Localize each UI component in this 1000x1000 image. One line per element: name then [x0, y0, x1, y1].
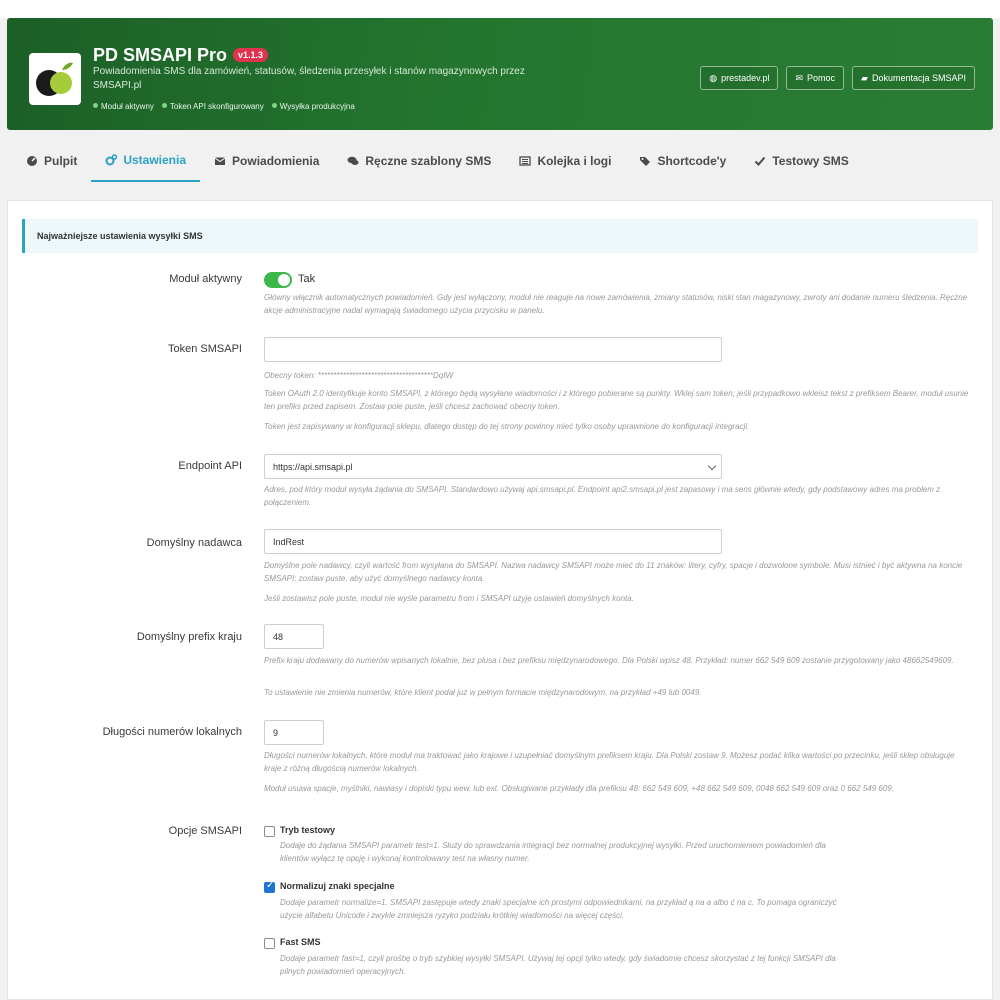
normalize-checkbox[interactable]: [264, 880, 275, 893]
module-logo: [29, 53, 81, 105]
status-list: Moduł aktywny Token API skonfigurowany W…: [93, 102, 355, 111]
tab-kolejka-logi[interactable]: Kolejka i logi: [505, 140, 625, 182]
token-label: Token SMSAPI: [168, 343, 242, 355]
sender-label: Domyślny nadawca: [146, 537, 242, 549]
tab-pulpit[interactable]: Pulpit: [12, 140, 91, 182]
normalize-label: Normalizuj znaki specjalne: [280, 881, 395, 891]
endpoint-select[interactable]: https://api.smsapi.pl: [264, 454, 722, 479]
module-active-toggle[interactable]: [264, 272, 292, 288]
local-lengths-input[interactable]: 9: [264, 720, 324, 745]
help-button[interactable]: ✉ Pomoc: [786, 66, 845, 90]
token-current: Obecny token: **************************…: [264, 371, 453, 380]
token-security-help: Token jest zapisywany w konfiguracji skl…: [264, 422, 750, 431]
version-badge: v1.1.3: [233, 48, 269, 62]
module-name: PD SMSAPI Pro: [93, 45, 228, 65]
header-buttons: ◍ prestadev.pl ✉ Pomoc ▰ Dokumentacja SMSAP…: [700, 66, 975, 90]
test-mode-label: Tryb testowy: [280, 825, 336, 835]
comments-icon: [347, 156, 359, 165]
local-lengths-examples: Moduł usuwa spacje, myślniki, nawiasy i …: [264, 784, 894, 793]
module-description: Powiadomienia SMS dla zamówień, statusów…: [93, 66, 525, 91]
sender-empty-help: Jeśli zostawisz pole puste, moduł nie wy…: [264, 594, 634, 603]
status-dot-icon: [93, 103, 98, 108]
token-help: Token OAuth 2.0 identyfikuje konto SMSAP…: [264, 389, 969, 411]
envelope-icon: [214, 157, 226, 165]
tab-powiadomienia[interactable]: Powiadomienia: [200, 140, 333, 182]
tab-reczne-szablony[interactable]: Ręczne szablony SMS: [333, 140, 505, 182]
cogs-icon: [105, 154, 118, 166]
module-active-toggle-label: Tak: [298, 273, 316, 285]
local-lengths-label: Długości numerów lokalnych: [102, 726, 242, 738]
local-lengths-help: Długości numerów lokalnych, które moduł …: [264, 751, 955, 773]
list-icon: [519, 156, 532, 166]
envelope-icon: ✉: [795, 72, 804, 83]
settings-panel: Najważniejsze ustawienia wysyłki SMS Mod…: [7, 200, 993, 1000]
module-active-label: Moduł aktywny: [169, 273, 242, 285]
documentation-button[interactable]: ▰ Dokumentacja SMSAPI: [852, 66, 975, 90]
status-item: Token API skonfigurowany: [161, 102, 264, 111]
prefix-help: Prefix kraju dodawany do numerów wpisany…: [264, 656, 954, 665]
smsapi-options-label: Opcje SMSAPI: [168, 825, 242, 837]
test-mode-help: Dodaje do żądania SMSAPI parametr test=1…: [280, 841, 826, 863]
tab-shortcodes[interactable]: Shortcode'y: [625, 140, 740, 182]
globe-icon: ◍: [709, 72, 718, 83]
section-notice: Najważniejsze ustawienia wysyłki SMS: [22, 219, 978, 253]
tags-icon: [640, 157, 651, 166]
prestadev-link-button[interactable]: ◍ prestadev.pl: [700, 66, 779, 90]
module-title: PD SMSAPI Pro v1.1.3: [93, 45, 269, 66]
chevron-down-icon: [707, 461, 717, 471]
check-icon: [755, 156, 766, 166]
tab-ustawienia[interactable]: Ustawienia: [91, 140, 201, 182]
book-icon: ▰: [861, 72, 868, 83]
status-dot-icon: [271, 103, 277, 108]
top-gap: [0, 0, 1000, 18]
status-dot-icon: [161, 103, 167, 108]
test-mode-checkbox[interactable]: [264, 826, 275, 837]
tab-bar: Pulpit Ustawienia Powiadomienia Ręczne s…: [0, 140, 1000, 182]
endpoint-help: Adres, pod który moduł wysyła żądania do…: [264, 485, 941, 507]
dashboard-icon: [27, 156, 37, 166]
module-active-help: Główny włącznik automatycznych powiadomi…: [264, 293, 968, 315]
fast-sms-help: Dodaje parametr fast=1, czyli prośbę o t…: [280, 954, 836, 976]
fast-sms-label: Fast SMS: [280, 937, 321, 947]
prefix-international-help: To ustawienie nie zmienia numerów, które…: [264, 688, 702, 697]
fast-sms-checkbox[interactable]: [264, 938, 275, 949]
prefix-label: Domyślny prefix kraju: [136, 631, 242, 643]
endpoint-label: Endpoint API: [178, 460, 242, 472]
sender-input[interactable]: IndRest: [264, 529, 722, 554]
tab-testowy-sms[interactable]: Testowy SMS: [740, 140, 862, 182]
token-input[interactable]: [264, 337, 722, 362]
sender-help: Domyślne pole nadawcy, czyli wartość fro…: [264, 561, 963, 583]
module-header: PD SMSAPI Pro v1.1.3 Powiadomienia SMS dl…: [7, 18, 993, 130]
prefix-input[interactable]: 48: [264, 624, 324, 649]
normalize-help: Dodaje parametr normalize=1. SMSAPI zast…: [280, 898, 837, 920]
status-item: Moduł aktywny: [93, 102, 154, 111]
status-item: Wysyłka produkcyjna: [271, 102, 355, 111]
